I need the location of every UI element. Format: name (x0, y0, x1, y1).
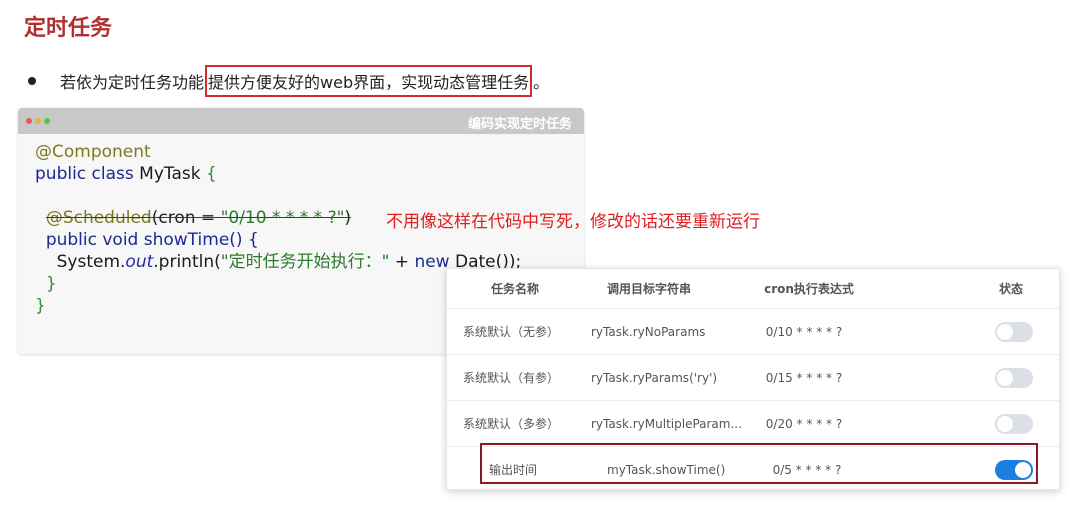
code-line-2: public class MyTask { (35, 163, 584, 185)
cell-status (879, 459, 1059, 480)
cell-invoke-target: ryTask.ryParams('ry') (591, 370, 718, 385)
cell-cron: 0/15 * * * * ? (765, 370, 843, 385)
highlighted-phrase: 提供方便友好的web界面，实现动态管理任务 (205, 65, 533, 97)
cron-string: "0/10 * * * * ?" (220, 208, 345, 228)
concat-op: + (389, 252, 415, 272)
cell-status (879, 321, 1059, 342)
cron-close: ) (344, 208, 352, 228)
bullet-suffix: 。 (533, 73, 550, 92)
cell-task-name: 系统默认（有参） (463, 371, 560, 385)
code-window-titlebar: 编码实现定时任务 (18, 108, 584, 134)
status-toggle[interactable] (995, 413, 1033, 434)
cell-invoke-target: ryTask.ryMultipleParam... (591, 416, 742, 431)
cell-task-name: 输出时间 (489, 463, 538, 477)
cell-status (879, 367, 1059, 388)
class-keyword: public class (35, 164, 140, 184)
method-keyword: public void (45, 230, 144, 250)
open-brace: { (206, 164, 217, 184)
code-line-3-blank (35, 185, 584, 207)
toggle-knob (997, 323, 1013, 340)
status-toggle[interactable] (995, 459, 1033, 480)
code-line-5: public void showTime() { (35, 229, 584, 251)
toggle-knob (1015, 461, 1031, 478)
cell-status (879, 413, 1059, 434)
toggle-knob (997, 369, 1013, 386)
table-header: 任务名称 调用目标字符串 cron执行表达式 状态 (447, 269, 1059, 309)
status-toggle[interactable] (995, 367, 1033, 388)
job-table: 任务名称 调用目标字符串 cron执行表达式 状态 系统默认（无参） ryTas… (446, 268, 1060, 493)
code-window-title: 编码实现定时任务 (467, 117, 572, 132)
window-maximize-dot-icon (44, 118, 50, 124)
table-row: 系统默认（多参） ryTask.ryMultipleParam... 0/20 … (447, 401, 1059, 447)
method-close-brace: } (45, 274, 57, 294)
method-name: showTime() { (143, 230, 259, 250)
new-keyword: new (414, 252, 450, 272)
cell-task-name: 系统默认（多参） (463, 417, 560, 431)
bullet-point: 若依为定时任务功能 提供方便友好的web界面，实现动态管理任务 。 (24, 65, 550, 97)
window-close-dot-icon (26, 118, 32, 124)
cron-open: (cron = (151, 208, 221, 228)
code-line-1: @Component (35, 141, 584, 163)
page-title: 定时任务 (24, 16, 113, 41)
component-annotation: @Component (35, 142, 151, 162)
cell-cron: 0/5 * * * * ? (772, 462, 842, 477)
println-call: .println( (153, 252, 221, 272)
bullet-dot-icon (28, 77, 36, 85)
cell-invoke-target: ryTask.ryNoParams (591, 324, 706, 339)
window-minimize-dot-icon (35, 118, 41, 124)
annotation-comment: 不用像这样在代码中写死，修改的话还要重新运行 (386, 212, 760, 232)
cell-cron: 0/20 * * * * ? (765, 416, 843, 431)
table-row: 系统默认（有参） ryTask.ryParams('ry') 0/15 * * … (447, 355, 1059, 401)
cell-cron: 0/10 * * * * ? (765, 324, 843, 339)
header-cron-expression: cron执行表达式 (764, 282, 854, 296)
out-field: out (125, 252, 154, 272)
cell-task-name: 系统默认（无参） (463, 325, 560, 339)
scheduled-annotation: @Scheduled (45, 208, 152, 228)
header-task-name: 任务名称 (491, 282, 540, 296)
header-status: 状态 (998, 282, 1023, 296)
status-toggle[interactable] (995, 321, 1033, 342)
table-row: 系统默认（无参） ryTask.ryNoParams 0/10 * * * * … (447, 309, 1059, 355)
table-row: 输出时间 myTask.showTime() 0/5 * * * * ? (447, 447, 1059, 493)
cell-invoke-target: myTask.showTime() (607, 462, 726, 477)
bullet-prefix: 若依为定时任务功能 (60, 73, 205, 92)
println-string: "定时任务开始执行：" (220, 252, 390, 272)
header-invoke-target: 调用目标字符串 (607, 282, 692, 296)
class-name: MyTask (139, 164, 206, 184)
system-ref: System. (56, 252, 126, 272)
class-close-brace: } (35, 296, 46, 316)
toggle-knob (997, 415, 1013, 432)
